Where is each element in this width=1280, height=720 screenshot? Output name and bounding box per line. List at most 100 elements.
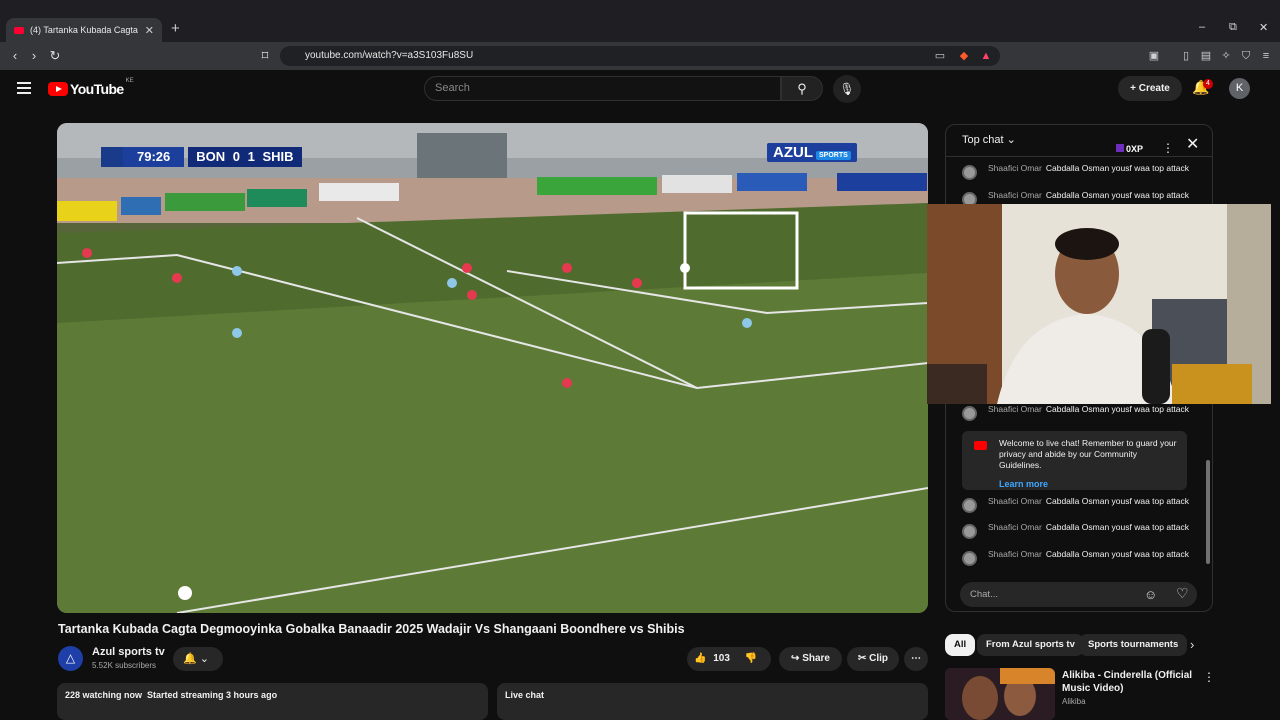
- cast-icon[interactable]: ▭: [932, 48, 948, 64]
- chevron-right-icon[interactable]: ›: [1190, 637, 1194, 652]
- like-button[interactable]: 👍 103 👎: [687, 647, 771, 671]
- recommended-channel: Alikiba: [1062, 697, 1086, 706]
- video-player[interactable]: 79:26 BON 0 1 SHIB AZUL SPORTS: [57, 123, 928, 613]
- search-input[interactable]: Search: [424, 76, 781, 101]
- chat-message: Shaafici Omar Cabdalla Osman yousf waa to…: [962, 190, 1192, 207]
- thumbs-up-icon: 👍: [694, 653, 707, 664]
- chip-sports-tournaments[interactable]: Sports tournaments: [1079, 634, 1188, 656]
- youtube-logo[interactable]: YouTube KE: [48, 78, 134, 97]
- chat-menu-icon[interactable]: ⋮: [1162, 133, 1174, 163]
- recommended-title[interactable]: Alikiba - Cinderella (Official Music Vid…: [1062, 669, 1202, 695]
- home-team: BON: [196, 149, 226, 164]
- recommended-thumbnail[interactable]: [945, 668, 1055, 720]
- xp-badge[interactable]: 0XP: [1116, 134, 1143, 164]
- bell-icon: 🔔: [183, 653, 197, 665]
- maximize-button[interactable]: ⧉: [1229, 21, 1237, 34]
- chat-header: Top chat ⌄ 0XP ⋮ ✕: [946, 125, 1212, 160]
- chevron-down-icon[interactable]: ⌄: [1007, 134, 1016, 146]
- video-title: Tartanka Kubada Cagta Degmooyinka Gobalk…: [58, 622, 685, 636]
- user-avatar-icon: [962, 551, 977, 566]
- chat-scrollbar[interactable]: [1206, 460, 1210, 564]
- match-clock: 79:26: [123, 147, 185, 167]
- reload-icon[interactable]: ↻: [46, 47, 64, 65]
- scorebug: 79:26 BON 0 1 SHIB: [101, 147, 302, 167]
- tab-title: (4) Tartanka Kubada Cagta Degm: [30, 25, 141, 35]
- league-logo-icon: [101, 147, 123, 167]
- webcam-overlay: [927, 204, 1280, 404]
- youtube-play-icon: [48, 82, 68, 96]
- home-score: 0: [232, 149, 240, 164]
- channel-name[interactable]: Azul sports tv: [92, 646, 165, 658]
- watching-count: 228 watching now: [65, 690, 143, 700]
- chip-from-channel[interactable]: From Azul sports tv: [977, 634, 1084, 656]
- xp-icon: [1116, 144, 1124, 152]
- youtube-favicon-icon: [14, 26, 24, 34]
- chat-input[interactable]: Chat...: [960, 582, 1197, 607]
- score-line: BON 0 1 SHIB: [188, 147, 302, 167]
- chat-message: Shaafici Omar Cabdalla Osman yousf waa to…: [962, 549, 1192, 566]
- emoji-icon[interactable]: ☺: [1144, 587, 1157, 602]
- menu-icon[interactable]: ≡: [1258, 48, 1274, 64]
- country-code: KE: [125, 78, 134, 84]
- subscription-bell-button[interactable]: 🔔 ⌄: [173, 647, 223, 671]
- user-avatar-icon: [962, 524, 977, 539]
- chat-message: Shaafici Omar Cabdalla Osman yousf waa to…: [962, 163, 1192, 180]
- description-box[interactable]: 228 watching now Started streaming 3 hou…: [57, 683, 488, 720]
- more-icon: ⋯: [911, 653, 921, 664]
- share-icon: ↪: [791, 653, 800, 664]
- share-button[interactable]: ↪ Share: [779, 647, 842, 671]
- scissors-icon: ✂: [857, 653, 867, 664]
- clip-button[interactable]: ✂ Clip: [847, 647, 899, 671]
- wallet-icon[interactable]: ▣: [1146, 48, 1162, 64]
- chat-message: Shaafici Omar Cabdalla Osman yousf waa to…: [962, 404, 1192, 421]
- browser-tab[interactable]: (4) Tartanka Kubada Cagta Degm ✕: [6, 18, 162, 42]
- webcam-scene: [927, 204, 1280, 404]
- forward-icon[interactable]: ›: [25, 47, 43, 65]
- url-field[interactable]: youtube.com/watch?v=a3S103Fu8SU: [280, 46, 1000, 66]
- search-icon: ⚲: [797, 81, 807, 96]
- chip-all[interactable]: All: [945, 634, 976, 656]
- youtube-header: YouTube KE Search ⚲ 🎙 + Create 🔔 4 K: [0, 70, 1280, 108]
- user-avatar-icon: [962, 165, 977, 180]
- extensions-icon[interactable]: ▤: [1198, 48, 1214, 64]
- match-scene: [57, 123, 928, 613]
- youtube-icon: [974, 441, 987, 450]
- dislike-icon[interactable]: 👎: [745, 653, 757, 664]
- away-score: 1: [247, 149, 255, 164]
- new-tab-icon[interactable]: +: [171, 20, 180, 37]
- avatar[interactable]: K: [1229, 78, 1250, 99]
- back-icon[interactable]: ‹: [6, 47, 24, 65]
- heart-icon[interactable]: ♡: [1176, 585, 1189, 602]
- close-window-button[interactable]: ✕: [1259, 21, 1268, 34]
- live-chat-panel-label: Live chat: [497, 683, 928, 720]
- welcome-banner: Welcome to live chat! Remember to guard …: [962, 431, 1187, 490]
- subscriber-count: 5.52K subscribers: [92, 661, 157, 670]
- recommendation-menu-icon[interactable]: ⋮: [1203, 670, 1215, 684]
- chevron-down-icon: ⌄: [199, 653, 209, 665]
- stream-start: Started streaming 3 hours ago: [147, 690, 278, 700]
- microphone-icon: 🎙: [839, 82, 855, 96]
- minimize-button[interactable]: –: [1199, 21, 1205, 33]
- chat-mode-select[interactable]: Top chat: [962, 134, 1004, 146]
- sidebar-icon[interactable]: ▯: [1178, 48, 1194, 64]
- tab-close-icon[interactable]: ✕: [145, 24, 154, 37]
- address-bar: ‹ › ↻ ⌑ youtube.com/watch?v=a3S103Fu8SU …: [0, 42, 1280, 70]
- chat-close-icon[interactable]: ✕: [1186, 130, 1199, 160]
- hamburger-menu-icon[interactable]: [17, 82, 31, 97]
- leo-icon[interactable]: ✧: [1218, 48, 1234, 64]
- search-button[interactable]: ⚲: [781, 76, 823, 101]
- like-count: 103: [713, 653, 730, 664]
- page-scrollbar[interactable]: [1271, 70, 1280, 720]
- bookmark-icon[interactable]: ⌑: [256, 47, 274, 65]
- brave-shield-icon[interactable]: ◆: [956, 48, 972, 64]
- create-button[interactable]: + Create: [1118, 76, 1182, 101]
- learn-more-link[interactable]: Learn more: [999, 479, 1179, 490]
- channel-avatar[interactable]: △: [58, 646, 83, 671]
- chat-message: Shaafici Omar Cabdalla Osman yousf waa to…: [962, 496, 1192, 513]
- more-actions-button[interactable]: ⋯: [904, 647, 928, 671]
- vpn-icon[interactable]: ⛉: [1238, 48, 1254, 64]
- user-avatar-icon: [962, 498, 977, 513]
- voice-search-button[interactable]: 🎙: [833, 75, 861, 103]
- brave-rewards-icon[interactable]: ▲: [978, 48, 994, 64]
- away-team: SHIB: [262, 149, 294, 164]
